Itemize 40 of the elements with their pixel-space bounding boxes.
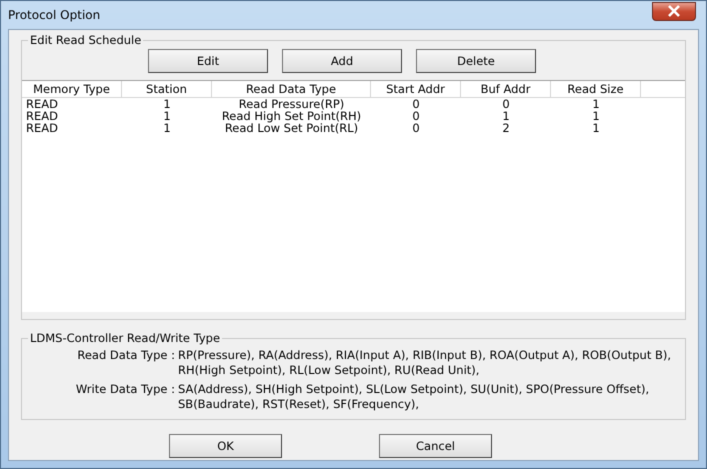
button[interactable]: Edit xyxy=(148,49,268,73)
table-cell-text: 1 xyxy=(162,110,172,122)
column-header[interactable]: Memory Type xyxy=(22,81,122,97)
table-cell-text: 1 xyxy=(162,98,172,110)
table-cell-text: 0 xyxy=(411,98,421,110)
table-cell-text: Read Pressure(RP) xyxy=(238,98,346,110)
type-list-text: SB(Baudrate), RST(Reset), SF(Frequency), xyxy=(178,397,420,412)
table-cell-text: 1 xyxy=(591,110,601,122)
type-label: Write Data Type : xyxy=(74,382,176,398)
table-cell-text: 1 xyxy=(591,98,601,110)
type-list-text: RP(Pressure), RA(Address), RIA(Input A), RIB(Input B), ROA(Output A), ROB(Output B), xyxy=(178,348,672,363)
close-icon xyxy=(667,5,681,17)
table-cell-text: Read Low Set Point(RL) xyxy=(224,122,358,134)
column-header[interactable]: Station xyxy=(122,81,212,97)
table-cell-text: 0 xyxy=(411,122,421,134)
close-button[interactable] xyxy=(652,2,696,20)
table-cell-text: 2 xyxy=(501,122,511,134)
column-header[interactable]: Start Addr xyxy=(371,81,461,97)
type-list-text: SA(Address), SH(High Setpoint), SL(Low Setpoint), SU(Unit), SPO(Pressure Offset), xyxy=(178,382,650,397)
table-cell-text: 0 xyxy=(501,98,511,110)
table-cell-text: READ xyxy=(25,98,59,110)
type-list-text: RH(High Setpoint), RL(Low Setpoint), RU(Read Unit), xyxy=(178,363,480,378)
window-title: Protocol Option xyxy=(8,8,100,22)
table-cell-text: 0 xyxy=(411,110,421,122)
group-title: LDMS-Controller Read/Write Type xyxy=(28,331,222,345)
table-cell-text: 1 xyxy=(501,110,511,122)
button[interactable]: Delete xyxy=(416,49,536,73)
group-title: Edit Read Schedule xyxy=(28,33,144,47)
button[interactable]: OK xyxy=(169,434,282,458)
button[interactable]: Cancel xyxy=(379,434,492,458)
column-header[interactable]: Read Data Type xyxy=(212,81,371,97)
column-header[interactable]: Read Size xyxy=(551,81,641,97)
button[interactable]: Add xyxy=(282,49,402,73)
column-header[interactable]: Buf Addr xyxy=(461,81,551,97)
table-cell-text: Read High Set Point(RH) xyxy=(220,110,362,122)
table-cell-text: 1 xyxy=(591,122,601,134)
type-label: Read Data Type : xyxy=(76,348,176,364)
table-cell-text: READ xyxy=(25,110,59,122)
table-cell-text: READ xyxy=(25,122,59,134)
table-cell-text: 1 xyxy=(162,122,172,134)
